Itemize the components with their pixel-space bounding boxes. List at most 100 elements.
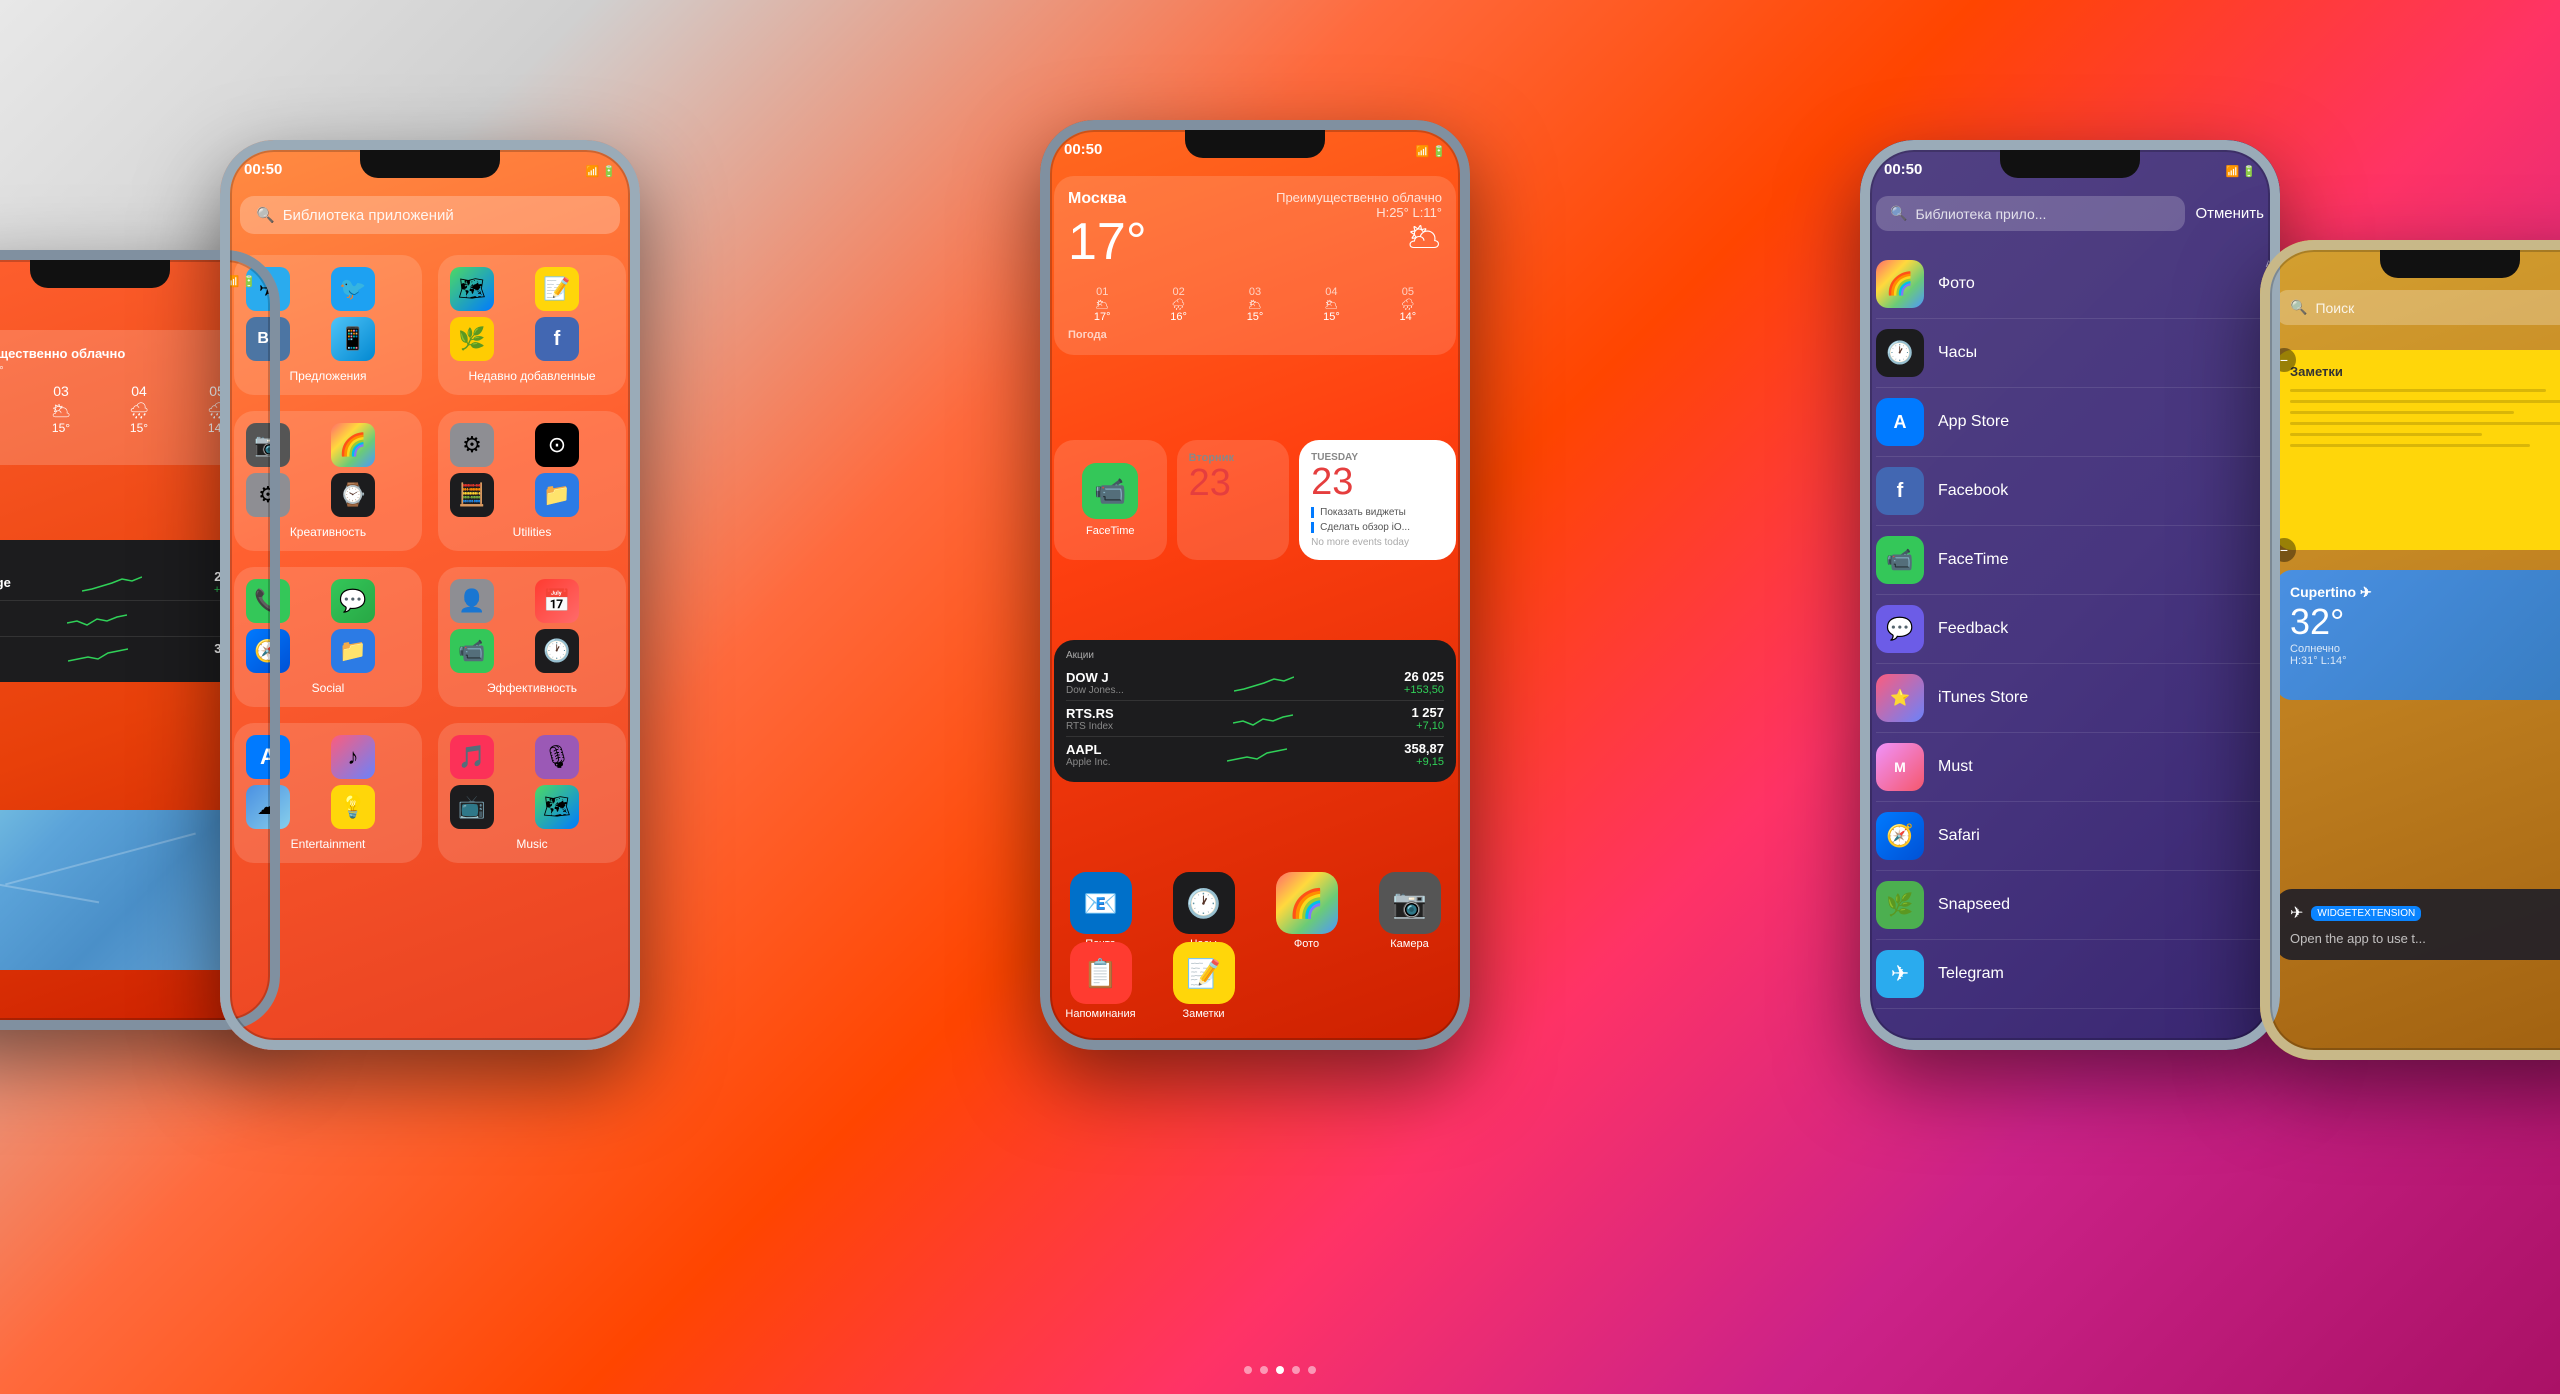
app-contacts[interactable]: 👤 xyxy=(450,579,494,623)
phone-3-time: 00:50 xyxy=(1064,141,1102,158)
dot-3[interactable] xyxy=(1276,1366,1284,1374)
list-item-clock[interactable]: 🕐 Часы xyxy=(1876,319,2264,388)
folder-6-grid: 👤 📅 📹 🕐 xyxy=(450,579,614,673)
list-item-photos[interactable]: 🌈 Фото xyxy=(1876,250,2264,319)
folder-utilities[interactable]: ⚙ ⊙ 🧮 📁 Utilities xyxy=(438,411,626,551)
list-item-safari[interactable]: 🧭 Safari xyxy=(1876,802,2264,871)
phone-3-facetime-widget[interactable]: 📹 FaceTime xyxy=(1054,440,1167,560)
notes-minus-btn-bottom[interactable]: − xyxy=(2272,538,2296,562)
scene: 00:50 📶 🔋 Преимущественно облачно H:25° … xyxy=(0,0,2560,1394)
list-item-itunes[interactable]: ⭐ iTunes Store xyxy=(1876,664,2264,733)
app-settings2[interactable]: ⚙ xyxy=(450,423,494,467)
phone-1-notch xyxy=(30,260,170,288)
app-calculator[interactable]: 🧮 xyxy=(450,473,494,517)
phone-3-temp: 17° xyxy=(1068,212,1147,272)
phone-1-icons: 📶 🔋 xyxy=(226,275,256,288)
list-item-telegram[interactable]: ✈ Telegram xyxy=(1876,940,2264,1009)
app-snapseed[interactable]: 🌿 xyxy=(450,317,494,361)
folder-music[interactable]: 🎵 🎙 📺 🗺 Music xyxy=(438,723,626,863)
itunes-list-name: iTunes Store xyxy=(1938,689,2028,707)
app-mail[interactable]: 📧 Почта xyxy=(1054,872,1147,950)
list-item-appstore[interactable]: A App Store xyxy=(1876,388,2264,457)
dot-5[interactable] xyxy=(1308,1366,1316,1374)
search-icon-p5: 🔍 xyxy=(2290,299,2307,316)
phone-3-cal-num: 23 xyxy=(1189,464,1278,502)
phone-3-condition: Преимущественно облачно xyxy=(1276,190,1442,205)
dot-4[interactable] xyxy=(1292,1366,1300,1374)
dot-1[interactable] xyxy=(1244,1366,1252,1374)
phone-1-stock-2: RTS 1 257 +7,10 xyxy=(0,601,254,637)
app-clock-p3[interactable]: 🕐 Часы xyxy=(1157,872,1250,950)
page-dots xyxy=(1244,1366,1316,1374)
app-maps2[interactable]: 🗺 xyxy=(535,785,579,829)
rts-graph xyxy=(1233,707,1293,731)
folder-4-grid: ⚙ ⊙ 🧮 📁 xyxy=(450,423,614,517)
phone-1-weather-label: Погода xyxy=(0,441,252,453)
app-messages[interactable]: 💬 xyxy=(331,579,375,623)
app-podcasts[interactable]: 🎙 xyxy=(535,735,579,779)
app-notes-p3[interactable]: 📝 Заметки xyxy=(1157,942,1250,1020)
app-facetime[interactable]: 📹 xyxy=(450,629,494,673)
facetime-list-icon: 📹 xyxy=(1876,536,1924,584)
event-1: Показать виджеты xyxy=(1311,507,1444,518)
phone-2: 00:50 📶 🔋 🔍 Библиотека приложений ✈ 🐦 ВК… xyxy=(220,140,640,1050)
folder-8-label: Music xyxy=(450,837,614,851)
phone-4-notch xyxy=(2000,150,2140,178)
event-3: No more events today xyxy=(1311,537,1444,548)
app-empty-1 xyxy=(1260,942,1353,1020)
phone-4-cancel[interactable]: Отменить xyxy=(2195,205,2264,222)
aapl-graph xyxy=(1227,743,1287,767)
reminders-icon: 📋 xyxy=(1070,942,1132,1004)
app-photos-p3[interactable]: 🌈 Фото xyxy=(1260,872,1353,950)
app-maps[interactable]: 🗺 xyxy=(450,267,494,311)
folder-social[interactable]: 📞 💬 🧭 📁 Social xyxy=(234,567,422,707)
telegram-list-icon: ✈ xyxy=(1876,950,1924,998)
app-reminders[interactable]: 📋 Напоминания xyxy=(1054,942,1147,1020)
app-flashlight[interactable]: 💡 xyxy=(331,785,375,829)
app-vk[interactable]: ВК xyxy=(246,317,290,361)
facetime-list-name: FaceTime xyxy=(1938,551,2009,569)
app-weather[interactable]: ☁ xyxy=(246,785,290,829)
app-music[interactable]: 🎵 xyxy=(450,735,494,779)
app-calendar[interactable]: 📅 xyxy=(535,579,579,623)
list-item-must[interactable]: M Must xyxy=(1876,733,2264,802)
app-appletv[interactable]: 📺 xyxy=(450,785,494,829)
phone-1-forecast: 03 🌥 15° 03 🌥 15° 04 🌧 15° xyxy=(0,383,252,435)
app-files[interactable]: 📁 xyxy=(535,473,579,517)
list-item-facebook[interactable]: f Facebook xyxy=(1876,457,2264,526)
folder-creativity[interactable]: 📷 🌈 ⚙ ⌚ Креативность xyxy=(234,411,422,551)
app-itunes[interactable]: ♪ xyxy=(331,735,375,779)
phone-3-calendar-widget[interactable]: Вторник 23 xyxy=(1177,440,1290,560)
app-clock[interactable]: 🕐 xyxy=(535,629,579,673)
phone-5-screen: 📶 🔋 + 🔍 Поиск − Заметки xyxy=(2260,240,2560,1060)
folder-3-label: Креативность xyxy=(246,525,410,539)
app-watchface[interactable]: ⌚ xyxy=(331,473,375,517)
list-item-snapseed[interactable]: 🌿 Snapseed xyxy=(1876,871,2264,940)
app-watchface2[interactable]: ⊙ xyxy=(535,423,579,467)
folder-recently-added[interactable]: 🗺 📝 🌿 f Недавно добавленные xyxy=(438,255,626,395)
app-appstore[interactable]: A xyxy=(246,735,290,779)
list-item-feedback[interactable]: 💬 Feedback xyxy=(1876,595,2264,664)
stock-row-2: RTS.RS RTS Index 1 257 +7,10 xyxy=(1066,701,1444,737)
folder-entertainment[interactable]: A ♪ ☁ 💡 Entertainment xyxy=(234,723,422,863)
app-files2[interactable]: 📁 xyxy=(331,629,375,673)
list-item-facetime[interactable]: 📹 FaceTime xyxy=(1876,526,2264,595)
app-twitter[interactable]: 🐦 xyxy=(331,267,375,311)
notes-minus-btn[interactable]: − xyxy=(2272,348,2296,372)
app-settings[interactable]: ⚙ xyxy=(246,473,290,517)
app-notes2[interactable]: 📝 xyxy=(535,267,579,311)
app-camera-p3[interactable]: 📷 Камера xyxy=(1363,872,1456,950)
app-blue[interactable]: 📱 xyxy=(331,317,375,361)
app-photos[interactable]: 🌈 xyxy=(331,423,375,467)
folder-4-label: Utilities xyxy=(450,525,614,539)
app-phone[interactable]: 📞 xyxy=(246,579,290,623)
phone-4-search[interactable]: 🔍 Библиотека прило... xyxy=(1876,196,2185,231)
clock-list-name: Часы xyxy=(1938,344,1977,362)
phone-5-search[interactable]: 🔍 Поиск xyxy=(2276,290,2560,325)
app-safari[interactable]: 🧭 xyxy=(246,629,290,673)
folder-productivity[interactable]: 👤 📅 📹 🕐 Эффективность xyxy=(438,567,626,707)
app-camera[interactable]: 📷 xyxy=(246,423,290,467)
app-fb[interactable]: f xyxy=(535,317,579,361)
phone-2-search[interactable]: 🔍 Библиотека приложений xyxy=(240,196,620,234)
dot-2[interactable] xyxy=(1260,1366,1268,1374)
